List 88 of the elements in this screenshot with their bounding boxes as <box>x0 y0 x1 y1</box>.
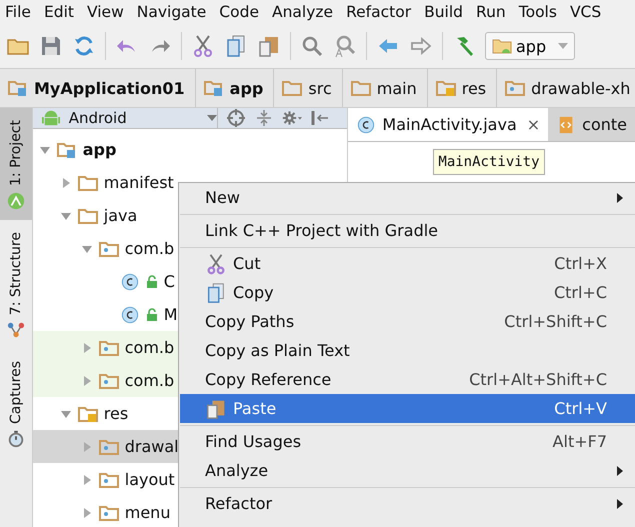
tree-item[interactable]: C <box>164 272 175 291</box>
tree-item[interactable]: app <box>82 140 116 159</box>
class-icon <box>120 306 140 324</box>
forward-arrow-icon[interactable] <box>409 34 433 58</box>
package-folder-icon <box>98 240 119 258</box>
tooltip: MainActivity <box>433 149 545 175</box>
menu-bar-item[interactable]: Tools <box>518 3 557 21</box>
tree-item[interactable]: layout <box>124 470 175 489</box>
copy-icon <box>205 282 227 304</box>
resource-folder-icon <box>78 404 98 422</box>
search-icon[interactable] <box>300 34 324 58</box>
save-icon[interactable] <box>39 34 63 58</box>
tree-item[interactable]: com.b <box>124 239 174 258</box>
menu-bar-item[interactable]: Build <box>424 3 464 21</box>
package-folder-icon <box>98 438 119 456</box>
tree-item[interactable]: drawal <box>124 437 179 456</box>
menu-bar-item[interactable]: File <box>5 3 31 21</box>
context-menu-item[interactable]: Copy Reference Ctrl+Alt+Shift+C <box>179 365 635 394</box>
stopwatch-icon <box>6 430 25 448</box>
context-menu-item[interactable]: Link C++ Project with Gradle <box>179 216 635 245</box>
cut-icon[interactable] <box>191 34 215 58</box>
context-menu-item[interactable]: Find Usages Alt+F7 <box>179 427 635 456</box>
editor-tab[interactable]: MainActivity.java × <box>348 108 548 141</box>
structure-icon <box>6 321 25 340</box>
sync-icon[interactable] <box>72 34 96 58</box>
context-menu-item[interactable]: New <box>179 183 635 212</box>
tree-item[interactable]: com.b <box>124 338 174 357</box>
module-folder-icon <box>8 79 28 97</box>
submenu-arrow-icon <box>617 498 623 508</box>
package-folder-icon <box>98 372 119 390</box>
breadcrumb-item[interactable]: MyApplication01 <box>0 69 196 107</box>
tree-item[interactable]: res <box>104 404 128 423</box>
breadcrumb-item[interactable]: src <box>274 69 343 107</box>
breadcrumb-item[interactable]: res <box>428 69 498 107</box>
tree-item[interactable]: com.b <box>124 371 174 390</box>
breadcrumb-item[interactable]: app <box>196 69 274 107</box>
scissors-icon <box>205 252 227 274</box>
class-icon <box>356 116 376 134</box>
menu-bar-item[interactable]: Refactor <box>346 3 412 21</box>
menu-bar-item[interactable]: Analyze <box>272 3 334 21</box>
run-configuration-dropdown[interactable]: app <box>485 32 576 60</box>
submenu-arrow-icon <box>617 466 623 476</box>
resource-folder-icon <box>436 79 456 97</box>
package-folder-icon <box>98 470 119 488</box>
tree-item[interactable]: manifest <box>104 173 174 192</box>
editor-tab[interactable]: conte <box>548 108 635 141</box>
folder-icon <box>350 79 371 97</box>
menu-bar-item[interactable]: Code <box>219 3 259 21</box>
context-menu-item[interactable]: Paste Ctrl+V <box>180 394 635 423</box>
context-menu-item[interactable]: Copy as Plain Text <box>179 336 635 365</box>
lock-icon <box>146 308 158 322</box>
breadcrumb-item[interactable]: drawable-xh <box>497 69 635 107</box>
dropdown-caret-icon <box>206 115 217 121</box>
paste-icon[interactable] <box>257 34 281 58</box>
menu-bar-item[interactable]: Navigate <box>136 3 206 21</box>
module-folder-icon <box>56 140 77 158</box>
package-folder-icon <box>98 338 119 356</box>
tool-window-tab[interactable]: 1: Project <box>0 108 32 220</box>
target-icon[interactable] <box>226 108 246 128</box>
context-menu-item[interactable]: Cut Ctrl+X <box>179 249 635 278</box>
menu-bar-item[interactable]: Run <box>476 3 506 21</box>
menu-bar-item[interactable]: Edit <box>44 3 74 21</box>
folder-icon <box>282 79 302 97</box>
hide-panel-icon[interactable] <box>310 108 330 128</box>
submenu-arrow-icon <box>617 192 623 202</box>
package-folder-icon <box>98 504 119 522</box>
lock-icon <box>146 274 158 288</box>
tree-item[interactable]: M <box>164 305 178 324</box>
context-menu-item[interactable]: Refactor <box>179 489 635 518</box>
package-folder-icon <box>505 79 526 97</box>
module-folder-icon <box>204 79 224 97</box>
dropdown-caret-icon <box>558 43 568 49</box>
menu-bar-item[interactable]: VCS <box>570 3 602 21</box>
tree-item[interactable]: menu <box>124 503 170 522</box>
close-icon[interactable]: × <box>526 115 540 134</box>
context-menu-item[interactable]: Copy Ctrl+C <box>179 278 635 307</box>
class-icon <box>120 272 140 290</box>
menu-bar-item[interactable]: View <box>86 3 124 21</box>
context-menu-item[interactable]: Analyze <box>179 456 635 485</box>
folder-icon <box>78 174 98 192</box>
context-menu-item[interactable]: Copy Paths Ctrl+Shift+C <box>179 307 635 336</box>
android-folder-icon <box>492 37 512 55</box>
tool-window-tab[interactable]: 7: Structure <box>0 220 32 350</box>
breadcrumb-item[interactable]: main <box>342 69 428 107</box>
tree-item[interactable]: java <box>104 206 138 225</box>
folder-icon <box>78 206 98 224</box>
tool-window-tab[interactable]: Captures <box>0 349 32 458</box>
replace-search-icon[interactable] <box>333 34 357 58</box>
